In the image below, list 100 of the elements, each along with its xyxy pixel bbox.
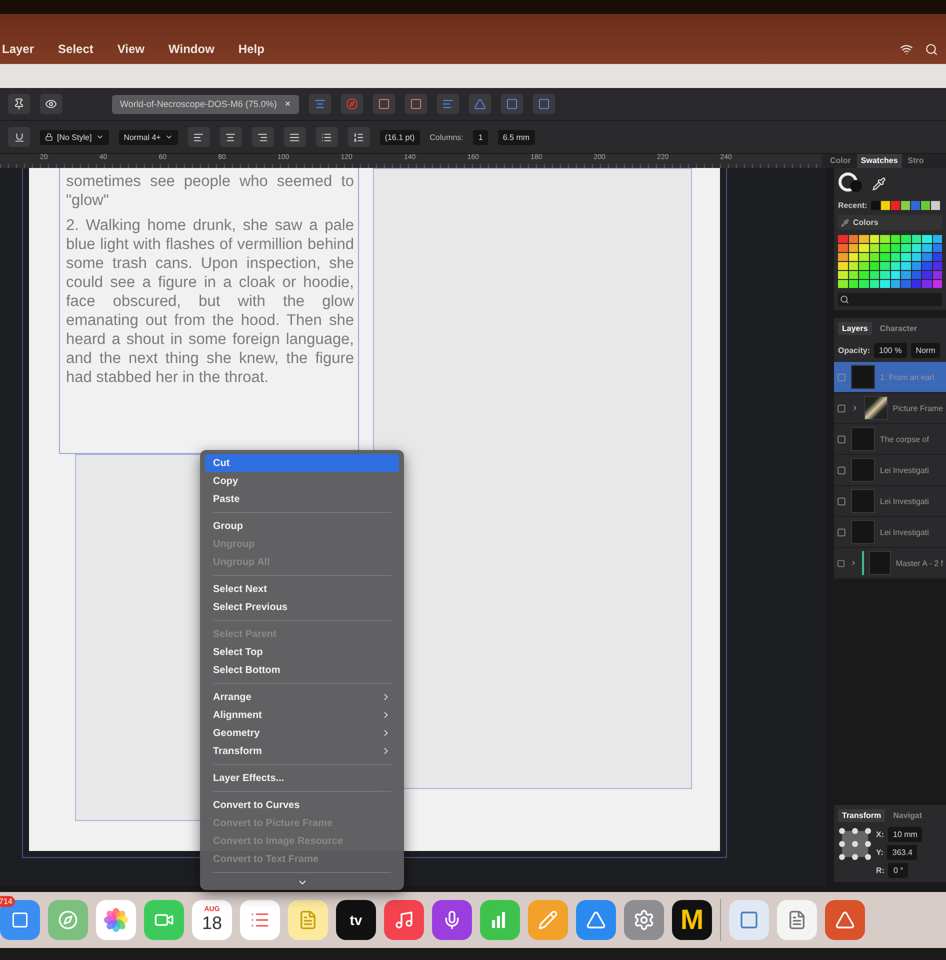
blend-mode-field[interactable]: Norm [910, 343, 940, 358]
align-left-icon[interactable] [436, 94, 459, 114]
gutter-field[interactable]: 6.5 mm [498, 130, 535, 144]
style-field[interactable]: [No Style] [40, 130, 109, 144]
underline-icon[interactable] [8, 127, 30, 147]
anchor-grid-icon[interactable] [838, 827, 872, 861]
layer-row[interactable]: Lei Investigati [834, 455, 946, 486]
photos-app-icon[interactable] [96, 900, 136, 940]
layer-row[interactable]: Lei Investigati [834, 517, 946, 548]
recent-label: Recent: [838, 201, 868, 210]
align-icon[interactable] [308, 94, 331, 114]
expand-icon[interactable] [850, 559, 858, 567]
panel-tab[interactable]: Color [826, 154, 855, 168]
color-swatch-grid[interactable] [838, 235, 942, 288]
layer-row[interactable]: Master A - 2 f [834, 548, 946, 579]
transform-field[interactable]: 363.4 [887, 845, 918, 860]
music-app-icon[interactable] [384, 900, 424, 940]
layer-name: 1. From an earl [880, 372, 934, 382]
textedit-app-icon[interactable] [777, 900, 817, 940]
layer-thumbnail [851, 365, 875, 389]
menu-item[interactable]: Layer [2, 42, 34, 56]
menu-item[interactable]: Transform [205, 742, 399, 760]
menu-item[interactable]: Help [238, 42, 264, 56]
panel-tab[interactable]: Transform [838, 809, 886, 822]
layer-name: Lei Investigati [880, 528, 929, 536]
layer-name: Lei Investigati [880, 466, 929, 474]
justify-icon[interactable] [284, 127, 306, 147]
menu-item[interactable]: Alignment [205, 706, 399, 724]
layer-thumbnail [851, 427, 875, 451]
layer-name: Picture Frame [892, 404, 944, 412]
menu-item[interactable]: Cut [205, 454, 399, 472]
panel-tab[interactable]: Stro [904, 154, 928, 168]
search-icon[interactable] [925, 43, 938, 56]
tv-app-icon[interactable]: tv [336, 900, 376, 940]
layer-name: The corpse of [880, 434, 929, 444]
opacity-field[interactable]: 100 % [874, 343, 907, 358]
numbering-icon[interactable] [348, 127, 370, 147]
menu-item[interactable]: Copy [205, 472, 399, 490]
menu-item[interactable]: Paste [205, 490, 399, 508]
layer-row[interactable]: The corpse of [834, 424, 946, 455]
transform-field[interactable]: 0 ° [888, 863, 908, 878]
recent-swatches-drawing[interactable] [871, 201, 942, 210]
master-marker [862, 551, 864, 575]
reminders-app-icon[interactable] [240, 900, 280, 940]
visibility-checkbox-icon[interactable] [837, 466, 846, 474]
visibility-checkbox-icon[interactable] [837, 372, 846, 382]
menu-item[interactable]: Select Next [205, 580, 399, 598]
panel-tab[interactable]: Swatches [856, 154, 902, 168]
menu-item[interactable]: Arrange [205, 688, 399, 706]
menu-item[interactable]: Select Top [205, 643, 399, 661]
layer-row[interactable]: Lei Investigati [834, 486, 946, 517]
palette-dropdown[interactable]: Colors [853, 218, 878, 227]
menu-item[interactable]: Layer Effects... [205, 769, 399, 787]
appstore-app-icon[interactable] [576, 900, 616, 940]
document-tab[interactable]: World-of-Necroscope-DOS-M6 (75.0%) × [112, 94, 299, 114]
publisher-app-icon[interactable] [825, 900, 865, 940]
align-left-icon[interactable] [188, 127, 210, 147]
visibility-checkbox-icon[interactable] [837, 434, 846, 444]
panel-tab[interactable]: Navigat [889, 809, 926, 822]
columns-field[interactable]: 1 [473, 130, 488, 144]
menu-item[interactable]: Select Bottom [205, 661, 399, 679]
app-icon[interactable]: M [672, 900, 712, 940]
field-label: R: [876, 866, 884, 875]
layer-name: Master A - 2 f [896, 558, 943, 568]
visibility-checkbox-icon[interactable] [837, 528, 846, 536]
menu-item[interactable]: View [117, 42, 145, 56]
menu-item[interactable]: Convert to Curves [205, 796, 399, 814]
lock-icon [45, 133, 53, 141]
visibility-checkbox-icon[interactable] [837, 404, 846, 412]
layer-thumbnail [851, 520, 875, 544]
style-field[interactable]: Normal 4+ [118, 130, 178, 144]
layer-name: Lei Investigati [880, 496, 929, 506]
layer-thumbnail [851, 489, 875, 513]
field-label: Y: [876, 848, 884, 857]
transform-field[interactable]: 10 mm [888, 827, 922, 842]
body-paragraph: sometimes see people who seemed to "glow" [66, 172, 354, 210]
search-icon[interactable] [840, 295, 849, 304]
bullets-icon[interactable] [316, 127, 338, 147]
align-right-icon[interactable] [252, 127, 274, 147]
menu-item[interactable]: Select Previous [205, 598, 399, 616]
align-center-icon[interactable] [220, 127, 242, 147]
preview-app-icon[interactable] [729, 900, 769, 940]
visibility-checkbox-icon[interactable] [837, 558, 846, 568]
leading-field[interactable]: (16.1 pt) [380, 130, 420, 144]
menu-item[interactable]: Geometry [205, 724, 399, 742]
body-paragraph: 2. Walking home drunk, she saw a pale blue light with flashes of vermillion behind some trash cans. Upon inspection, she could see a figure in a cloak or hoodie, face obscured, but with the glow emanating out from the hood. Then she heard a shout in some foreign language, and the next thing she knew, the figure had stabbed her in the throat. [66, 216, 354, 387]
eye-icon[interactable] [40, 94, 62, 114]
panel-tab[interactable]: Character [876, 322, 922, 335]
eyedropper-icon[interactable] [872, 177, 886, 191]
podcasts-app-icon[interactable] [432, 900, 472, 940]
chevron-down-icon [164, 133, 173, 141]
menu-item[interactable]: Window [168, 42, 214, 56]
menu-item[interactable]: Group [205, 517, 399, 535]
layer-row[interactable]: Picture Frame [834, 393, 946, 424]
visibility-checkbox-icon[interactable] [837, 496, 846, 506]
panel-tab[interactable]: Layers [838, 322, 872, 335]
menu-item[interactable]: Select [58, 42, 94, 56]
expand-icon[interactable] [850, 404, 859, 412]
pin-icon[interactable] [8, 94, 30, 114]
settings-app-icon[interactable] [624, 900, 664, 940]
